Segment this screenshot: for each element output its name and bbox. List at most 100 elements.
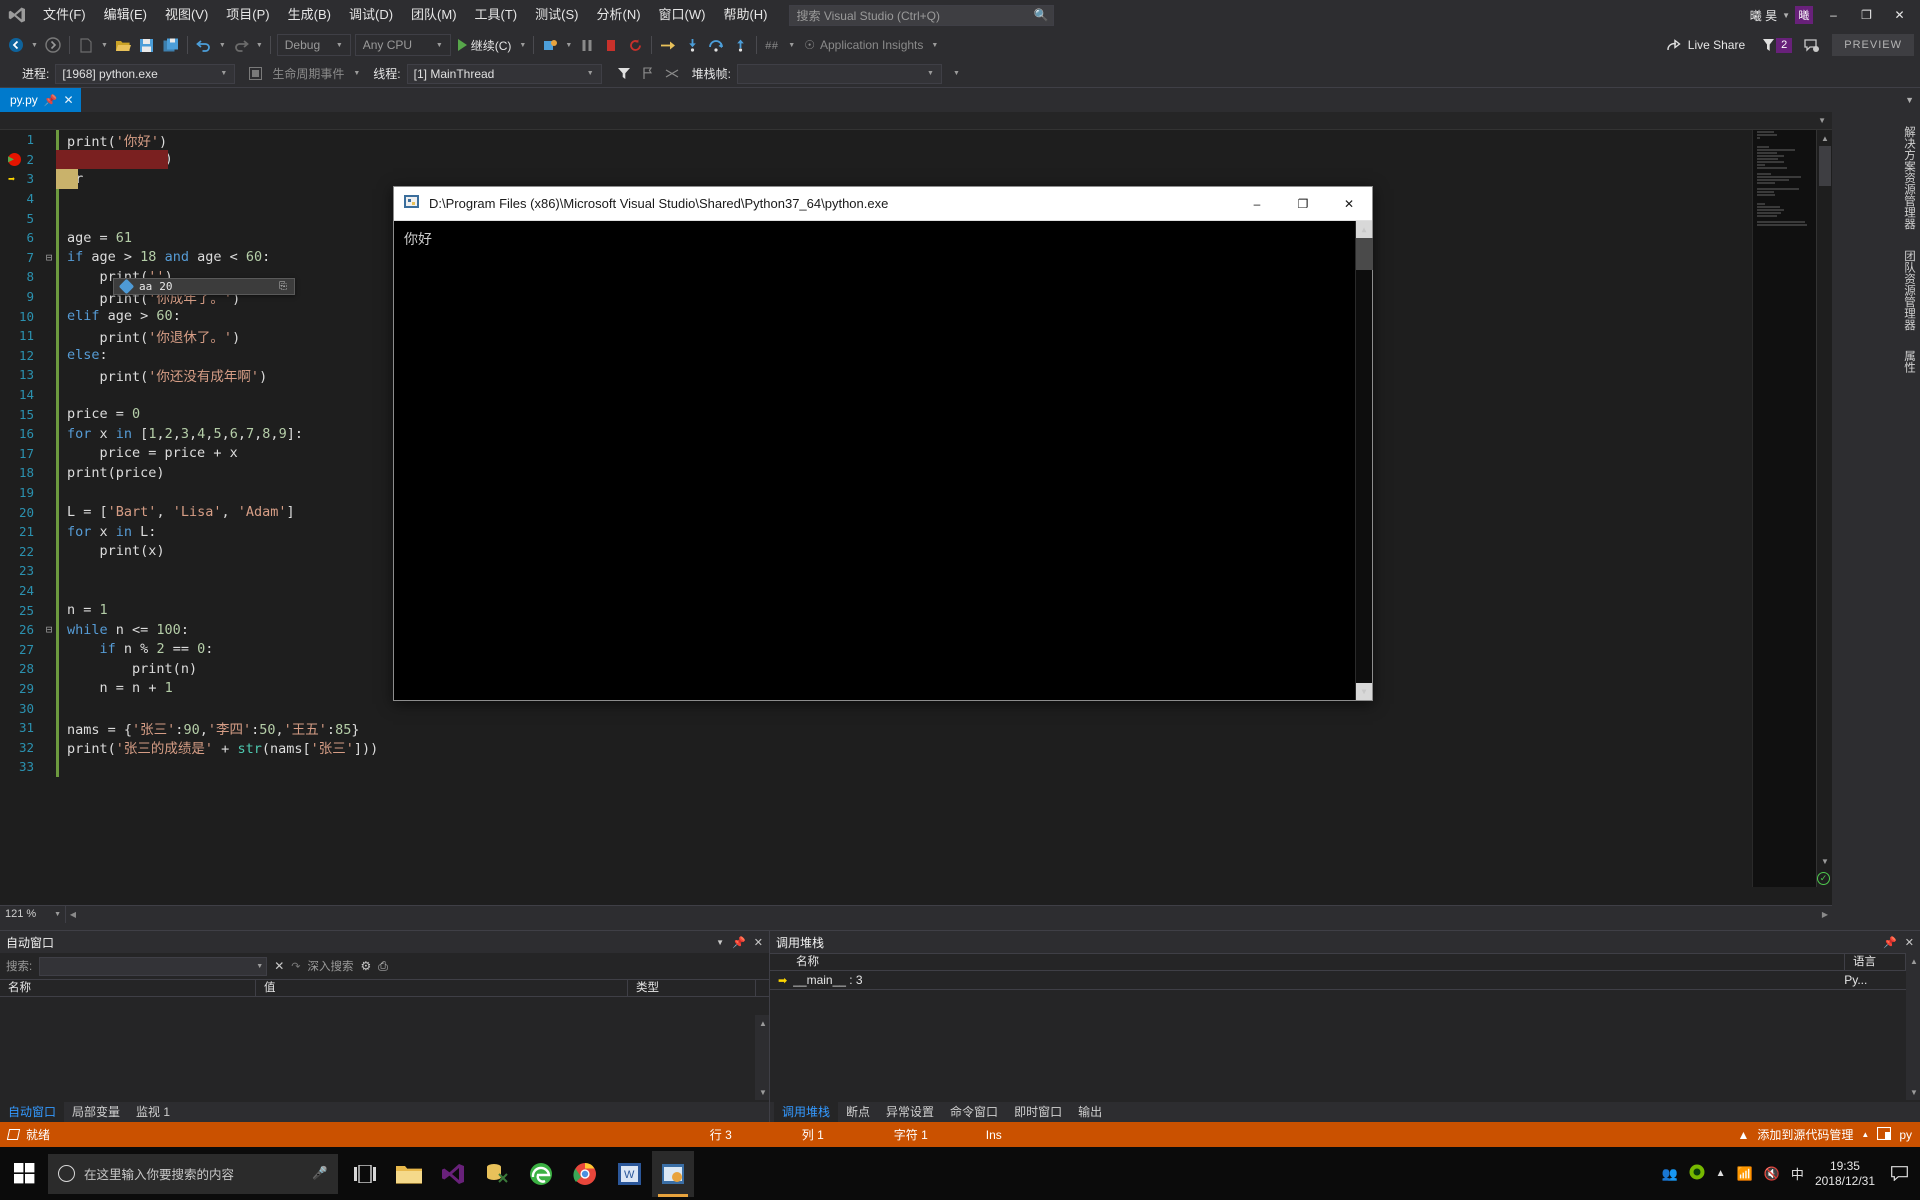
open-file-button[interactable]	[111, 33, 135, 57]
menu-window[interactable]: 窗口(W)	[650, 0, 715, 30]
code-line[interactable]: 30	[0, 698, 1832, 718]
chevron-down-icon[interactable]: ▼	[54, 911, 61, 918]
pin-icon[interactable]: 📌	[44, 94, 58, 107]
scroll-down-icon[interactable]: ▼	[1817, 853, 1833, 869]
redo-button[interactable]	[229, 33, 253, 57]
quick-launch-search[interactable]: 搜索 Visual Studio (Ctrl+Q) 🔍	[788, 4, 1054, 26]
stop-debugging-button[interactable]	[599, 33, 623, 57]
menu-tools[interactable]: 工具(T)	[466, 0, 527, 30]
thread-filter-icon[interactable]	[612, 62, 636, 86]
microphone-icon[interactable]: 🎤	[312, 1166, 328, 1181]
process-combo[interactable]: [1968] python.exe ▼	[55, 63, 236, 84]
volume-muted-icon[interactable]: 🔇	[1764, 1166, 1780, 1182]
pin-icon[interactable]: 📌	[732, 936, 746, 949]
zoom-level-combo[interactable]: 121 % ▼	[0, 905, 66, 923]
notifications-button[interactable]: 2	[1755, 37, 1798, 53]
autos-search-input[interactable]: ▼	[39, 956, 268, 976]
menu-project[interactable]: 项目(P)	[217, 0, 278, 30]
tab-command-window[interactable]: 命令窗口	[942, 1102, 1006, 1122]
taskbar-search-input[interactable]: 在这里输入你要搜索的内容 🎤	[48, 1153, 338, 1194]
editor-vertical-scrollbar[interactable]: ▲ ▼ ✓	[1816, 130, 1832, 887]
window-close-button[interactable]: ✕	[1883, 0, 1916, 30]
lifecycle-events-icon[interactable]	[243, 62, 267, 86]
tab-call-stack[interactable]: 调用堆栈	[774, 1102, 839, 1122]
repo-icon[interactable]	[1877, 1126, 1892, 1143]
lifecycle-dropdown-icon[interactable]: ▼	[350, 70, 363, 77]
code-line[interactable]: 31 nams = {'张三':90,'李四':50,'王五':85}	[0, 717, 1832, 738]
step-into-button[interactable]	[680, 33, 704, 57]
tab-exception-settings[interactable]: 异常设置	[878, 1102, 942, 1122]
scroll-down-icon[interactable]: ▼	[1906, 1084, 1920, 1100]
menu-debug[interactable]: 调试(D)	[340, 0, 402, 30]
edge-icon[interactable]	[520, 1151, 562, 1197]
menu-file[interactable]: 文件(F)	[34, 0, 95, 30]
menu-edit[interactable]: 编辑(E)	[95, 0, 156, 30]
chevron-down-icon[interactable]: ▼	[584, 70, 597, 77]
scroll-up-icon[interactable]: ▲	[1817, 130, 1833, 146]
code-health-icon[interactable]: ✓	[1817, 872, 1830, 885]
avatar[interactable]: 曦	[1795, 6, 1813, 24]
editor-minimap[interactable]	[1752, 130, 1816, 887]
autos-column-value[interactable]: 值	[256, 979, 628, 997]
close-icon[interactable]: ✕	[64, 93, 74, 107]
show-next-statement-button[interactable]	[656, 33, 680, 57]
code-line[interactable]: 2aa = abs(-20)▶	[0, 149, 1832, 170]
call-stack-column-name[interactable]: 名称	[770, 953, 1845, 971]
console-minimize-button[interactable]: –	[1234, 187, 1280, 221]
word-icon[interactable]: W	[608, 1151, 650, 1197]
scroll-right-icon[interactable]: ▶	[1818, 910, 1832, 919]
debug-datatip[interactable]: aa 20 ⎘	[113, 278, 295, 295]
chevron-down-icon[interactable]: ▼	[217, 70, 230, 77]
table-row[interactable]: ➡ __main__ : 3 Py...	[770, 971, 1920, 990]
console-scroll-down-icon[interactable]: ▼	[1356, 683, 1372, 700]
menu-help[interactable]: 帮助(H)	[714, 0, 776, 30]
navigate-back-dropdown-icon[interactable]: ▼	[28, 42, 41, 49]
clear-icon[interactable]: ✕	[274, 959, 284, 973]
console-scroll-track[interactable]	[1356, 238, 1373, 683]
chevron-down-icon[interactable]: ▼	[924, 70, 937, 77]
ime-icon[interactable]: 中	[1791, 1164, 1804, 1183]
scrollbar-thumb[interactable]	[1819, 146, 1831, 186]
break-all-button[interactable]	[575, 33, 599, 57]
thread-group-icon[interactable]	[660, 62, 684, 86]
nvidia-icon[interactable]	[1689, 1164, 1705, 1183]
call-stack-column-language[interactable]: 语言	[1845, 953, 1906, 971]
document-tab-py[interactable]: py.py 📌 ✕	[0, 88, 81, 112]
attach-dropdown-icon[interactable]: ▼	[562, 42, 575, 49]
scroll-up-icon[interactable]: ▲	[755, 1015, 771, 1031]
chrome-icon[interactable]	[564, 1151, 606, 1197]
action-center-icon[interactable]	[1886, 1147, 1912, 1200]
tab-watch-1[interactable]: 监视 1	[128, 1102, 178, 1122]
menu-team[interactable]: 团队(M)	[402, 0, 466, 30]
undo-button[interactable]	[192, 33, 216, 57]
run-to-click-icon[interactable]: ▶	[8, 154, 14, 165]
navbar-dropdown-icon[interactable]: ▼	[1818, 116, 1826, 125]
application-insights-button[interactable]: ☉ Application Insights ▼	[798, 38, 947, 52]
sidebar-item-team-explorer[interactable]: 团队资源管理器	[1898, 242, 1920, 339]
console-vertical-scrollbar[interactable]: ▲ ▼	[1355, 221, 1373, 700]
python-console-window[interactable]: D:\Program Files (x86)\Microsoft Visual …	[393, 186, 1373, 701]
console-maximize-button[interactable]: ❐	[1280, 187, 1326, 221]
editor-horizontal-scrollbar[interactable]: ◀ ▶	[66, 905, 1832, 923]
vs-debug-icon[interactable]	[652, 1150, 694, 1197]
wifi-icon[interactable]: 📶	[1737, 1166, 1753, 1182]
visual-studio-icon[interactable]	[432, 1151, 474, 1197]
console-title-bar[interactable]: D:\Program Files (x86)\Microsoft Visual …	[394, 187, 1372, 221]
code-line[interactable]: 33	[0, 757, 1832, 777]
call-stack-vertical-scrollbar[interactable]: ▲ ▼	[1906, 953, 1920, 1100]
people-icon[interactable]: 👥	[1661, 1166, 1677, 1182]
chevron-down-icon[interactable]: ▼	[1782, 11, 1790, 20]
autos-column-name[interactable]: 名称	[0, 979, 256, 997]
code-line[interactable]: 32 print('张三的成绩是' + str(nams['张三']))	[0, 737, 1832, 757]
sidebar-item-solution-explorer[interactable]: 解决方案资源管理器	[1898, 118, 1920, 238]
chevron-down-icon[interactable]: ▼	[716, 938, 724, 947]
tab-strip-overflow[interactable]: ▼	[1905, 88, 1920, 112]
autos-grid-body[interactable]	[0, 997, 769, 1102]
chevron-down-icon[interactable]: ▼	[256, 963, 263, 970]
restart-button[interactable]	[623, 33, 647, 57]
taskbar-clock[interactable]: 19:35 2018/12/31	[1815, 1159, 1875, 1189]
new-file-dropdown-icon[interactable]: ▼	[98, 42, 111, 49]
window-minimize-button[interactable]: –	[1817, 0, 1850, 30]
search-icon[interactable]: 🔍	[1034, 8, 1049, 22]
solution-configuration-combo[interactable]: Debug ▼	[276, 34, 351, 56]
